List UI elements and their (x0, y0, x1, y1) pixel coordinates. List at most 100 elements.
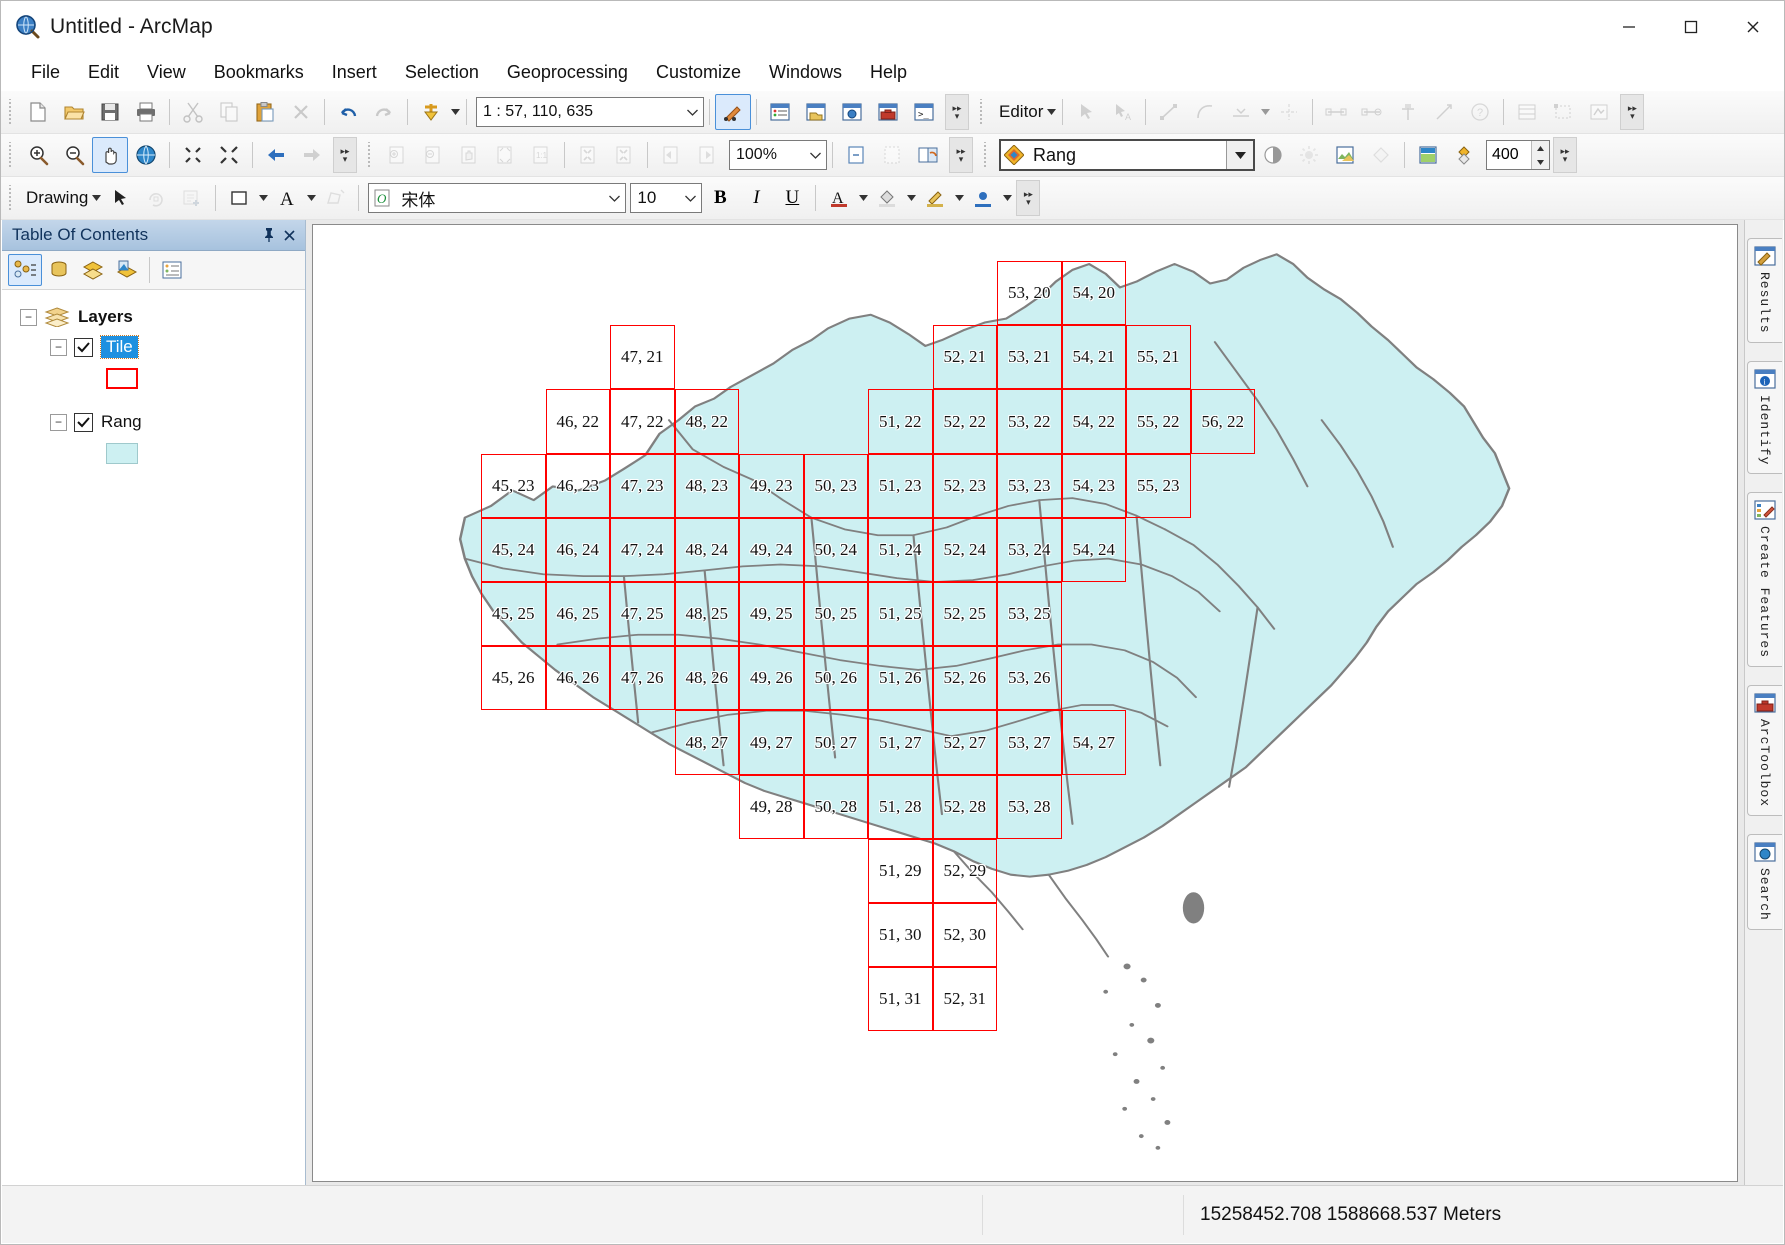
font-size-combo[interactable]: 10 (630, 183, 703, 213)
undo-icon[interactable] (330, 94, 366, 130)
expander-collapse-icon[interactable]: − (50, 413, 67, 431)
go-back-extent-icon[interactable] (653, 137, 689, 173)
menu-windows[interactable]: Windows (755, 58, 856, 87)
font-family-combo[interactable]: O 宋体 (368, 183, 627, 213)
bold-button[interactable]: B (702, 180, 738, 216)
chevron-down-icon[interactable] (603, 195, 625, 202)
list-by-source-icon[interactable] (42, 254, 76, 286)
lock-labels-icon[interactable] (1410, 137, 1446, 173)
layer-visibility-checkbox[interactable] (74, 412, 93, 432)
text-color-dropdown-arrow[interactable] (857, 181, 869, 215)
editor-overflow-button[interactable]: ▸▸ ▾ (1620, 94, 1645, 130)
menu-selection[interactable]: Selection (391, 58, 493, 87)
marker-color-dropdown-arrow[interactable] (1001, 181, 1013, 215)
menu-geoprocessing[interactable]: Geoprocessing (493, 58, 642, 87)
pin-icon[interactable] (259, 224, 279, 246)
save-icon[interactable] (92, 94, 128, 130)
font-color-icon[interactable]: A (269, 180, 305, 216)
search-window-icon[interactable] (834, 94, 870, 130)
layout-overflow-button[interactable]: ▸▸ ▾ (949, 137, 973, 173)
go-forward-extent-icon[interactable] (689, 137, 725, 173)
layout-zoom-in-icon[interactable] (379, 137, 415, 173)
drawing-menu-button[interactable]: Drawing (20, 188, 90, 208)
attributes-icon[interactable] (1390, 94, 1426, 130)
marker-color-icon[interactable] (965, 180, 1001, 216)
layout-pan-icon[interactable] (451, 137, 487, 173)
tab-identify[interactable]: i Identify (1746, 360, 1782, 475)
arctoolbox-icon[interactable] (870, 94, 906, 130)
editor-menu-button[interactable]: Editor (991, 102, 1045, 122)
tab-create-features[interactable]: Create Features (1746, 492, 1782, 668)
line-color-dropdown-arrow[interactable] (953, 181, 965, 215)
fixed-zoom-out-icon[interactable] (211, 137, 247, 173)
menu-edit[interactable]: Edit (74, 58, 133, 87)
label-size-icon[interactable] (1446, 137, 1482, 173)
python-window-icon[interactable]: >_ (906, 94, 942, 130)
menu-customize[interactable]: Customize (642, 58, 755, 87)
edit-vertices-icon[interactable] (1545, 94, 1581, 130)
close-button[interactable] (1722, 1, 1784, 53)
maximize-button[interactable] (1660, 1, 1722, 53)
menu-help[interactable]: Help (856, 58, 921, 87)
chevron-down-icon[interactable] (681, 109, 703, 116)
add-data-dropdown-arrow[interactable] (449, 95, 461, 129)
toc-layer-rang[interactable]: − Rang (12, 407, 305, 437)
tools-grip[interactable] (7, 142, 16, 168)
edit-tool-icon[interactable] (1068, 94, 1104, 130)
full-extent-icon[interactable] (128, 137, 164, 173)
fixed-zoom-in-icon[interactable] (175, 137, 211, 173)
page-layout-grip[interactable] (366, 142, 375, 168)
zoom-in-icon[interactable] (20, 137, 56, 173)
label-size-spinner[interactable]: 400 (1486, 140, 1550, 170)
change-layout-icon[interactable] (910, 137, 946, 173)
menu-insert[interactable]: Insert (318, 58, 391, 87)
layer-dropdown-arrow[interactable] (1226, 141, 1253, 169)
layout-zoom-out-icon[interactable] (415, 137, 451, 173)
labeling-overflow-button[interactable]: ▸▸ ▾ (1553, 137, 1577, 173)
underline-button[interactable]: U (774, 180, 810, 216)
layer-symbol-swatch-rang[interactable] (106, 443, 138, 464)
paste-icon[interactable] (247, 94, 283, 130)
add-data-icon[interactable] (413, 94, 449, 130)
spinner-down-icon[interactable] (1532, 155, 1549, 169)
rotate-element-icon[interactable] (138, 180, 174, 216)
zoom-out-icon[interactable] (56, 137, 92, 173)
drawing-overflow-button[interactable]: ▸▸ ▾ (1016, 180, 1041, 216)
map-scale-combo[interactable]: 1 : 57, 110, 635 (476, 97, 704, 127)
tools-overflow-button[interactable]: ▸▸ ▾ (333, 137, 357, 173)
map-canvas[interactable]: 53, 20 54, 20 52, 21 53, 21 54, 21 55, 21 47, … (312, 224, 1738, 1182)
trace-icon[interactable] (1271, 94, 1307, 130)
split-tool-icon[interactable] (1318, 94, 1354, 130)
redo-icon[interactable] (366, 94, 402, 130)
label-manager-icon[interactable] (1255, 137, 1291, 173)
fixed-zoom-in-page-icon[interactable] (570, 137, 606, 173)
delete-icon[interactable] (283, 94, 319, 130)
list-by-visibility-icon[interactable] (76, 254, 110, 286)
menu-file[interactable]: File (17, 58, 74, 87)
fill-color-icon[interactable] (221, 180, 257, 216)
menu-bookmarks[interactable]: Bookmarks (200, 58, 318, 87)
fill-bucket-dropdown-arrow[interactable] (905, 181, 917, 215)
select-elements-icon[interactable] (102, 180, 138, 216)
copy-icon[interactable] (211, 94, 247, 130)
tab-search[interactable]: Search (1746, 834, 1782, 930)
text-color-icon[interactable]: A (821, 180, 857, 216)
draw-polygon-icon[interactable] (317, 180, 353, 216)
edit-annotation-tool-icon[interactable]: A (1104, 94, 1140, 130)
endpoint-arc-icon[interactable] (1223, 94, 1259, 130)
labeling-grip[interactable] (982, 142, 991, 168)
chevron-down-icon[interactable] (679, 195, 701, 202)
new-map-icon[interactable] (20, 94, 56, 130)
layer-visibility-checkbox[interactable] (74, 337, 93, 357)
toc-layer-tile[interactable]: − Tile (12, 332, 305, 362)
straight-segment-icon[interactable] (1151, 94, 1187, 130)
list-by-selection-icon[interactable] (110, 254, 144, 286)
open-icon[interactable] (56, 94, 92, 130)
toggle-draft-mode-icon[interactable] (838, 137, 874, 173)
segment-dropdown-arrow[interactable] (1259, 95, 1271, 129)
arc-segment-icon[interactable] (1187, 94, 1223, 130)
label-priority-icon[interactable] (1291, 137, 1327, 173)
previous-extent-icon[interactable] (258, 137, 294, 173)
cut-icon[interactable] (175, 94, 211, 130)
editor-toolbar-toggle-icon[interactable] (715, 94, 751, 130)
